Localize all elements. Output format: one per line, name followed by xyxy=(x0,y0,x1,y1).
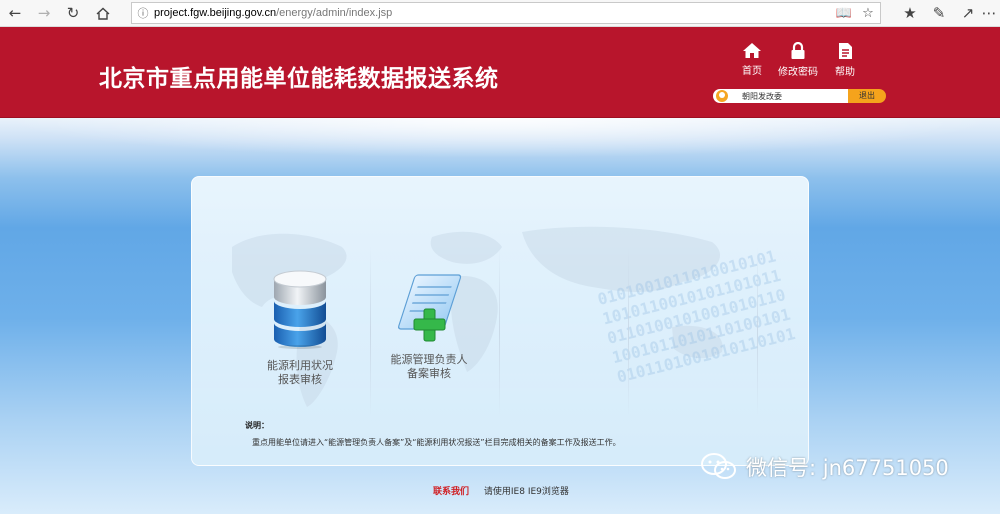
info-icon[interactable]: ⓘ xyxy=(132,5,154,21)
home-link[interactable]: 首页 xyxy=(727,42,777,77)
pen-icon[interactable]: ✎ xyxy=(928,3,950,23)
home-icon[interactable] xyxy=(92,3,114,23)
url-text[interactable]: project.fgw.beijing.gov.cn/energy/admin/… xyxy=(154,7,832,19)
address-bar[interactable]: ⓘ project.fgw.beijing.gov.cn/energy/admi… xyxy=(131,2,881,24)
column-separator xyxy=(628,247,629,417)
module-energy-report-review[interactable]: 能源利用状况 报表审核 xyxy=(235,267,365,387)
lock-icon xyxy=(791,42,805,59)
module-label: 能源利用状况 报表审核 xyxy=(267,359,333,386)
document-icon xyxy=(838,43,852,59)
wechat-watermark: 微信号: jn67751050 xyxy=(700,452,949,482)
note-title: 说明： xyxy=(245,421,269,430)
module-label: 能源管理负责人 备案审核 xyxy=(390,353,468,380)
share-icon[interactable]: ↗ xyxy=(957,3,979,23)
watermark-text: 微信号: jn67751050 xyxy=(746,456,949,480)
change-password-link[interactable]: 修改密码 xyxy=(773,42,823,78)
forward-icon[interactable]: → xyxy=(33,3,55,23)
browser-toolbar: ← → ↻ ⓘ project.fgw.beijing.gov.cn/energ… xyxy=(0,0,1000,27)
back-icon[interactable]: ← xyxy=(4,3,26,23)
favorite-star-icon[interactable]: ☆ xyxy=(856,6,880,21)
note-text: 重点用能单位请进入“能源管理负责人备案”及“能源利用状况报送”栏目完成相关的备案… xyxy=(252,438,621,447)
module-energy-manager-filing-review[interactable]: 能源管理负责人 备案审核 xyxy=(364,269,494,381)
help-link[interactable]: 帮助 xyxy=(820,42,870,78)
column-separator xyxy=(499,247,500,417)
user-name: 朝阳发改委 xyxy=(742,91,782,101)
contact-us-link[interactable]: 联系我们 xyxy=(433,487,469,497)
document-add-icon xyxy=(397,274,462,342)
footer: 联系我们 请使用IE8 IE9浏览器 xyxy=(433,484,569,497)
main-panel: 0101001011010010101 1010110010101101011 01… xyxy=(191,176,809,466)
refresh-icon[interactable]: ↻ xyxy=(62,3,84,23)
logout-button[interactable]: 退出 xyxy=(848,89,886,103)
browser-tip: 请使用IE8 IE9浏览器 xyxy=(483,487,569,497)
user-info: 朝阳发改委 xyxy=(713,89,848,103)
more-icon[interactable]: ⋯ xyxy=(978,3,1000,23)
column-separator xyxy=(757,247,758,417)
wechat-icon xyxy=(701,453,736,479)
site-title: 北京市重点用能单位能耗数据报送系统 xyxy=(99,66,499,92)
database-icon xyxy=(273,270,327,349)
favorites-icon[interactable]: ★ xyxy=(899,3,921,23)
user-icon xyxy=(716,90,728,102)
site-header: 北京市重点用能单位能耗数据报送系统 首页 修改密码 帮助 朝阳发改委 退出 xyxy=(0,27,1000,118)
home-icon xyxy=(743,43,761,58)
reading-view-icon[interactable]: 📖 xyxy=(832,6,856,21)
